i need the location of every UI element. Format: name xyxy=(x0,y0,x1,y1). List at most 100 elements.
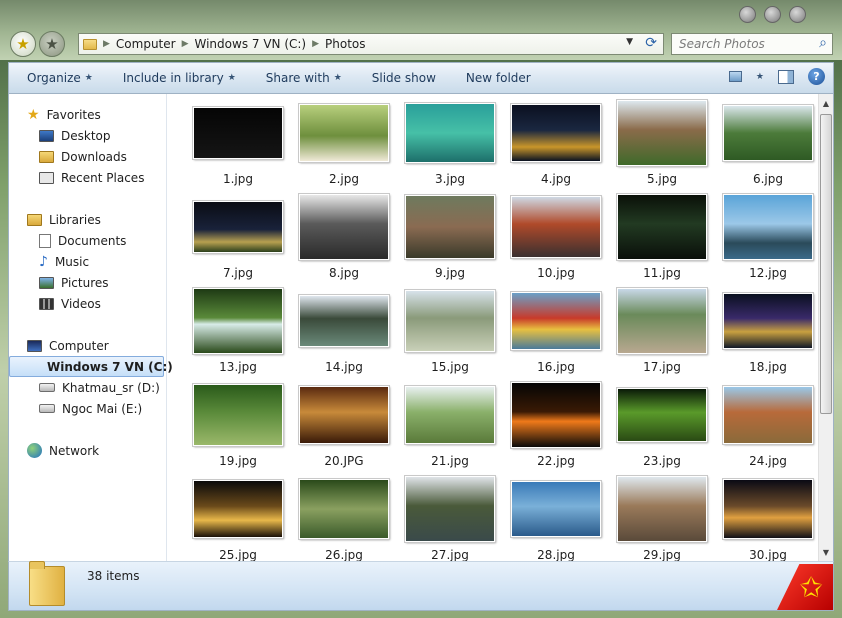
file-item[interactable]: 14.jpg xyxy=(291,285,397,379)
file-item[interactable]: 29.jpg xyxy=(609,473,715,561)
photo-thumbnail[interactable] xyxy=(298,478,390,540)
forward-button[interactable]: ★ xyxy=(39,31,65,57)
photo-thumbnail[interactable] xyxy=(298,294,390,348)
file-item[interactable]: 4.jpg xyxy=(503,97,609,191)
nav-recent-places[interactable]: Recent Places xyxy=(9,167,166,188)
photo-thumbnail[interactable] xyxy=(722,104,814,162)
photo-thumbnail[interactable] xyxy=(722,385,814,445)
file-item[interactable]: 7.jpg xyxy=(185,191,291,285)
file-item[interactable]: 9.jpg xyxy=(397,191,503,285)
scroll-down-icon[interactable]: ▼ xyxy=(820,545,832,559)
view-dropdown-icon[interactable]: ★ xyxy=(756,72,764,82)
scrollbar-thumb[interactable] xyxy=(820,114,832,414)
breadcrumb-photos[interactable]: Photos xyxy=(325,37,365,51)
nav-downloads[interactable]: Downloads xyxy=(9,146,166,167)
file-item[interactable]: 6.jpg xyxy=(715,97,817,191)
photo-thumbnail[interactable] xyxy=(298,385,390,445)
preview-pane-icon[interactable] xyxy=(778,69,794,84)
breadcrumb-computer[interactable]: Computer xyxy=(116,37,176,51)
file-item[interactable]: 5.jpg xyxy=(609,97,715,191)
minimize-button[interactable] xyxy=(739,6,756,23)
nav-libraries[interactable]: Libraries xyxy=(9,209,166,230)
photo-thumbnail[interactable] xyxy=(298,103,390,163)
photo-thumbnail[interactable] xyxy=(404,102,496,164)
back-button[interactable]: ★ xyxy=(10,31,36,57)
photo-thumbnail[interactable] xyxy=(192,200,284,254)
file-item[interactable]: 20.JPG xyxy=(291,379,397,473)
photo-thumbnail[interactable] xyxy=(404,475,496,543)
photo-thumbnail[interactable] xyxy=(404,194,496,260)
file-item[interactable]: 8.jpg xyxy=(291,191,397,285)
file-item[interactable]: 3.jpg xyxy=(397,97,503,191)
maximize-button[interactable] xyxy=(764,6,781,23)
file-item[interactable]: 27.jpg xyxy=(397,473,503,561)
search-icon[interactable]: ⌕ xyxy=(819,35,827,51)
photo-thumbnail[interactable] xyxy=(510,103,602,163)
photo-thumbnail[interactable] xyxy=(192,287,284,355)
photo-thumbnail[interactable] xyxy=(616,287,708,355)
file-item[interactable]: 23.jpg xyxy=(609,379,715,473)
file-item[interactable]: 16.jpg xyxy=(503,285,609,379)
address-bar[interactable]: ▶ Computer ▶ Windows 7 VN (C:) ▶ Photos … xyxy=(78,33,664,55)
photo-thumbnail[interactable] xyxy=(192,106,284,160)
breadcrumb-drive[interactable]: Windows 7 VN (C:) xyxy=(195,37,307,51)
nav-computer[interactable]: Computer xyxy=(9,335,166,356)
photo-thumbnail[interactable] xyxy=(722,292,814,350)
nav-network[interactable]: Network xyxy=(9,440,166,461)
nav-videos[interactable]: Videos xyxy=(9,293,166,314)
help-icon[interactable]: ? xyxy=(808,68,825,85)
file-item[interactable]: 12.jpg xyxy=(715,191,817,285)
slide-show-button[interactable]: Slide show xyxy=(372,71,436,85)
organize-menu[interactable]: Organize ★ xyxy=(27,71,93,85)
file-item[interactable]: 21.jpg xyxy=(397,379,503,473)
photo-thumbnail[interactable] xyxy=(298,193,390,261)
photo-thumbnail[interactable] xyxy=(616,99,708,167)
file-item[interactable]: 25.jpg xyxy=(185,473,291,561)
search-input[interactable]: Search Photos ⌕ xyxy=(671,33,833,55)
include-in-library-menu[interactable]: Include in library ★ xyxy=(123,71,236,85)
nav-desktop[interactable]: Desktop xyxy=(9,125,166,146)
photo-thumbnail[interactable] xyxy=(616,387,708,443)
file-item[interactable]: 19.jpg xyxy=(185,379,291,473)
photo-thumbnail[interactable] xyxy=(722,193,814,261)
photo-thumbnail[interactable] xyxy=(510,480,602,538)
file-item[interactable]: 2.jpg xyxy=(291,97,397,191)
file-item[interactable]: 24.jpg xyxy=(715,379,817,473)
photo-thumbnail[interactable] xyxy=(722,478,814,540)
photo-thumbnail[interactable] xyxy=(192,479,284,539)
new-folder-button[interactable]: New folder xyxy=(466,71,531,85)
photo-thumbnail[interactable] xyxy=(404,385,496,445)
photo-thumbnail[interactable] xyxy=(404,289,496,353)
file-item[interactable]: 1.jpg xyxy=(185,97,291,191)
refresh-icon[interactable]: ⟳ xyxy=(645,35,657,51)
file-item[interactable]: 28.jpg xyxy=(503,473,609,561)
photo-thumbnail[interactable] xyxy=(510,195,602,259)
photo-thumbnail[interactable] xyxy=(616,475,708,543)
file-item[interactable]: 15.jpg xyxy=(397,285,503,379)
file-item[interactable]: 18.jpg xyxy=(715,285,817,379)
address-dropdown-icon[interactable]: ▼ xyxy=(626,37,633,47)
share-with-menu[interactable]: Share with ★ xyxy=(266,71,342,85)
close-button[interactable] xyxy=(789,6,806,23)
nav-pictures[interactable]: Pictures xyxy=(9,272,166,293)
nav-documents[interactable]: Documents xyxy=(9,230,166,251)
vertical-scrollbar[interactable]: ▲ ▼ xyxy=(818,94,833,561)
photo-thumbnail[interactable] xyxy=(192,383,284,447)
photo-thumbnail[interactable] xyxy=(616,193,708,261)
nav-music[interactable]: ♪ Music xyxy=(9,251,166,272)
file-item[interactable]: 17.jpg xyxy=(609,285,715,379)
file-item[interactable]: 11.jpg xyxy=(609,191,715,285)
photo-thumbnail[interactable] xyxy=(510,291,602,351)
nav-drive-e[interactable]: Ngoc Mai (E:) xyxy=(9,398,166,419)
photo-thumbnail[interactable] xyxy=(510,381,602,449)
file-item[interactable]: 10.jpg xyxy=(503,191,609,285)
file-item[interactable]: 26.jpg xyxy=(291,473,397,561)
nav-drive-d[interactable]: Khatmau_sr (D:) xyxy=(9,377,166,398)
scroll-up-icon[interactable]: ▲ xyxy=(820,96,832,110)
change-view-icon[interactable] xyxy=(728,71,742,82)
nav-favorites[interactable]: ★ Favorites xyxy=(9,104,166,125)
file-item[interactable]: 30.jpg xyxy=(715,473,817,561)
nav-drive-c[interactable]: Windows 7 VN (C:) xyxy=(9,356,173,377)
file-item[interactable]: 13.jpg xyxy=(185,285,291,379)
file-item[interactable]: 22.jpg xyxy=(503,379,609,473)
